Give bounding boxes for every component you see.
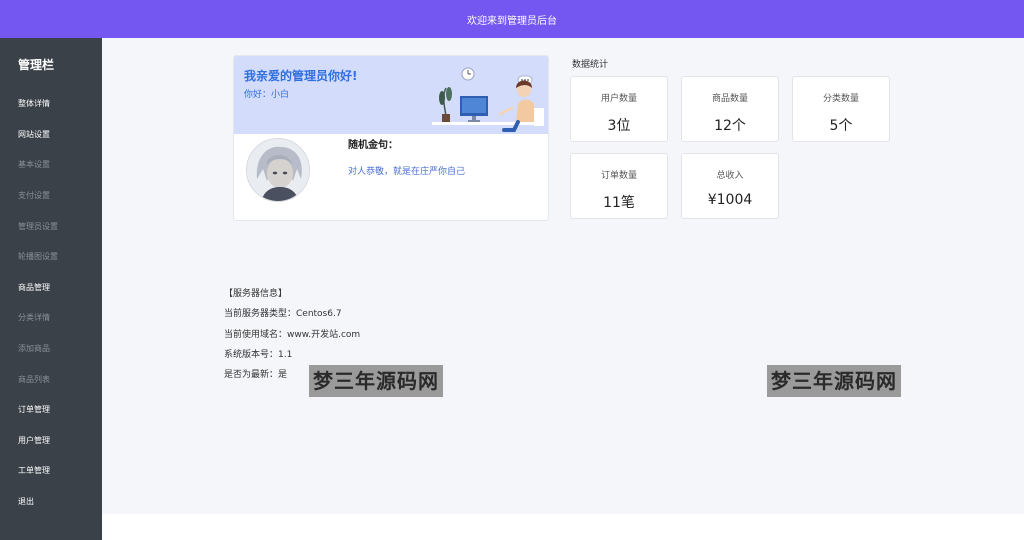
stat-value: 5个 [829, 118, 853, 134]
header-title: 欢迎来到管理员后台 [467, 15, 557, 27]
welcome-heading: 我亲爱的管理员你好! [244, 69, 358, 83]
sidebar-item-overview[interactable]: 整体详情 [18, 98, 50, 109]
stat-card-categories: 分类数量 5个 [792, 76, 890, 142]
stat-label: 商品数量 [711, 94, 748, 104]
stat-label: 订单数量 [600, 171, 637, 181]
stat-value: ¥1004 [707, 192, 753, 208]
sidebar-item-basic-settings[interactable]: 基本设置 [18, 159, 50, 170]
server-domain: 当前使用域名：www.开发站.com [224, 330, 361, 340]
sidebar-item-order-management[interactable]: 订单管理 [18, 404, 50, 415]
sidebar-item-site-settings[interactable]: 网站设置 [18, 129, 50, 140]
stat-value: 11笔 [603, 195, 635, 211]
stat-card-products: 商品数量 12个 [681, 76, 779, 142]
top-header-bar: 欢迎来到管理员后台 [0, 0, 1024, 38]
welcome-greeting: 你好：小白 [244, 90, 290, 100]
admin-avatar [246, 138, 310, 202]
watermark-right: 梦三年源码网 [767, 365, 901, 397]
stat-card-users: 用户数量 3位 [570, 76, 668, 142]
sidebar-item-category-details[interactable]: 分类详情 [18, 312, 50, 323]
sidebar-item-user-management[interactable]: 用户管理 [18, 435, 50, 446]
welcome-banner: 我亲爱的管理员你好! 你好：小白 [234, 56, 548, 134]
sidebar-title: 管理栏 [18, 58, 55, 72]
system-version: 系统版本号：1.1 [224, 350, 293, 360]
stats-title: 数据统计 [572, 60, 609, 70]
sidebar-item-carousel-settings[interactable]: 轮播图设置 [18, 251, 58, 262]
is-latest: 是否为最新：是 [224, 370, 288, 380]
sidebar-item-product-management[interactable]: 商品管理 [18, 282, 50, 293]
stat-label: 用户数量 [600, 94, 637, 104]
footer-band [102, 514, 1024, 540]
sidebar: 管理栏 整体详情 网站设置 基本设置 支付设置 管理员设置 轮播图设置 商品管理… [0, 38, 102, 540]
welcome-card: 我亲爱的管理员你好! 你好：小白 随机金句： 对人恭敬，就是在庄严你自己 [233, 55, 549, 221]
server-info-header: 【服务器信息】 [224, 289, 288, 299]
sidebar-item-payment-settings[interactable]: 支付设置 [18, 190, 50, 201]
sidebar-item-add-product[interactable]: 添加商品 [18, 343, 50, 354]
stat-label: 总收入 [716, 171, 744, 181]
quote-text: 对人恭敬，就是在庄严你自己 [348, 167, 466, 177]
stat-value: 3位 [607, 118, 631, 134]
stat-card-revenue: 总收入 ¥1004 [681, 153, 779, 219]
stat-value: 12个 [714, 118, 746, 134]
stat-card-orders: 订单数量 11笔 [570, 153, 668, 219]
quote-title: 随机金句： [348, 140, 398, 151]
stat-label: 分类数量 [822, 94, 859, 104]
office-worker-illustration [432, 67, 544, 132]
sidebar-item-logout[interactable]: 退出 [18, 496, 34, 507]
sidebar-item-admin-settings[interactable]: 管理员设置 [18, 221, 58, 232]
server-type: 当前服务器类型：Centos6.7 [224, 309, 342, 319]
sidebar-item-product-list[interactable]: 商品列表 [18, 374, 50, 385]
sidebar-item-ticket-management[interactable]: 工单管理 [18, 465, 50, 476]
watermark-left: 梦三年源码网 [309, 365, 443, 397]
